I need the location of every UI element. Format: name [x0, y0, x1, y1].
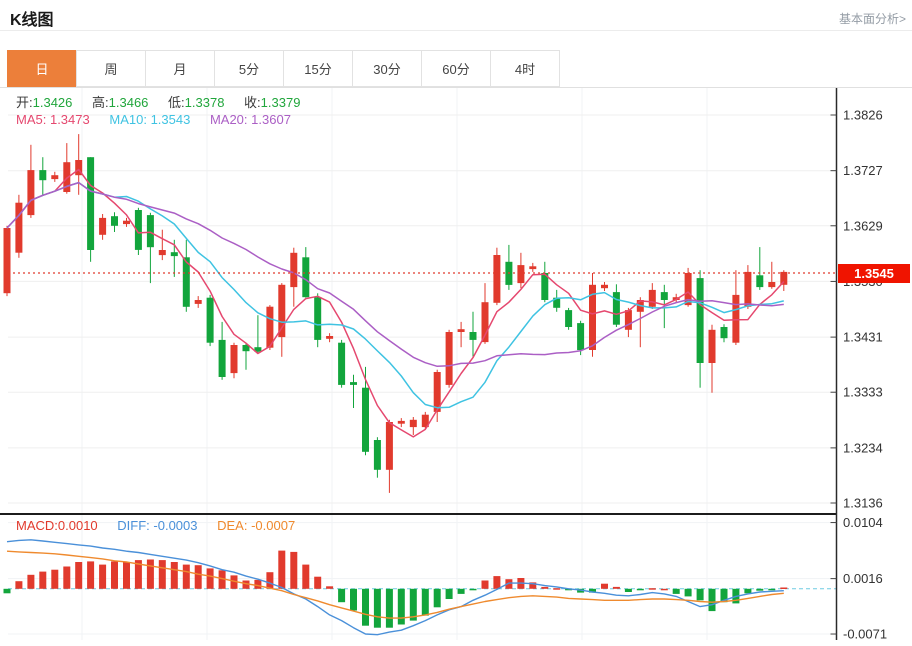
low-label: 低:	[168, 95, 185, 110]
svg-text:1.3333: 1.3333	[843, 385, 883, 400]
tab-interval-6[interactable]: 60分	[421, 50, 491, 87]
ma5-label: MA5:	[16, 112, 46, 127]
svg-text:0.0016: 0.0016	[843, 571, 883, 586]
tab-interval-5[interactable]: 30分	[352, 50, 422, 87]
diff-label: DIFF:	[117, 518, 150, 533]
ma20-label: MA20:	[210, 112, 248, 127]
svg-text:1.3727: 1.3727	[843, 163, 883, 178]
macd-legend: MACD:0.0010 DIFF: -0.0003 DEA: -0.0007	[16, 518, 311, 533]
svg-text:1.3826: 1.3826	[843, 108, 883, 123]
svg-text:1.3629: 1.3629	[843, 218, 883, 233]
ma-legend: MA5: 1.3473 MA10: 1.3543 MA20: 1.3607	[16, 112, 307, 127]
interval-tabbar: 日周月5分15分30分60分4时	[8, 50, 560, 87]
ohlc-legend: 开:1.3426 高:1.3466 低:1.3378 收:1.3379	[16, 92, 316, 111]
svg-text:0.0104: 0.0104	[843, 515, 883, 530]
high-label: 高:	[92, 95, 109, 110]
title-separator	[0, 30, 912, 31]
tab-interval-1[interactable]: 周	[76, 50, 146, 87]
ma20-value: 1.3607	[251, 112, 291, 127]
fundamental-analysis-link[interactable]: 基本面分析>	[839, 10, 906, 27]
page-title: K线图	[10, 6, 54, 30]
tabbar-bottom-border	[0, 87, 912, 88]
tab-interval-3[interactable]: 5分	[214, 50, 284, 87]
open-value: 1.3426	[33, 95, 73, 110]
high-value: 1.3466	[109, 95, 149, 110]
tab-interval-2[interactable]: 月	[145, 50, 215, 87]
tab-interval-0[interactable]: 日	[7, 50, 77, 87]
svg-text:1.3234: 1.3234	[843, 440, 883, 455]
kline-page: 1.38261.37271.36291.35301.34311.33331.32…	[0, 0, 912, 646]
close-label: 收:	[244, 95, 261, 110]
low-value: 1.3378	[185, 95, 225, 110]
dea-value: -0.0007	[251, 518, 295, 533]
tab-interval-7[interactable]: 4时	[490, 50, 560, 87]
svg-text:1.3136: 1.3136	[843, 496, 883, 511]
svg-text:-0.0071: -0.0071	[843, 627, 887, 642]
macd-value: 0.0010	[58, 518, 98, 533]
close-value: 1.3379	[261, 95, 301, 110]
dea-label: DEA:	[217, 518, 247, 533]
svg-text:1.3431: 1.3431	[843, 330, 883, 345]
diff-value: -0.0003	[153, 518, 197, 533]
tab-interval-4[interactable]: 15分	[283, 50, 353, 87]
open-label: 开:	[16, 95, 33, 110]
ma5-value: 1.3473	[50, 112, 90, 127]
macd-label: MACD:	[16, 518, 58, 533]
ma10-label: MA10:	[109, 112, 147, 127]
last-price-tag: 1.3545	[838, 264, 910, 283]
ma10-value: 1.3543	[151, 112, 191, 127]
